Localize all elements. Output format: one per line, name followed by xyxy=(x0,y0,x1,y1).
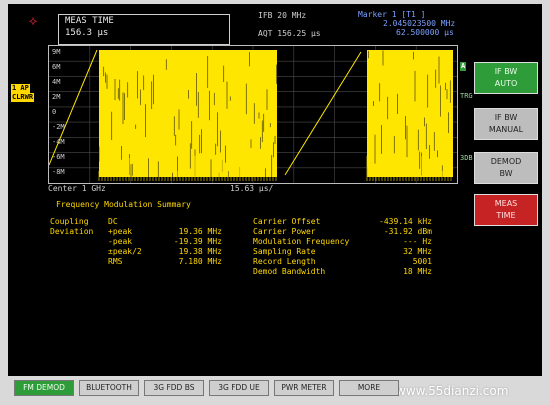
y-axis-label: -6M xyxy=(52,153,65,161)
summary-param-value: -31.92 dBm xyxy=(383,227,432,236)
trace-mode-1ap: 1 AP xyxy=(11,84,30,93)
deviation-value: -19.39 MHz xyxy=(173,237,222,246)
y-axis-label: 0 xyxy=(52,108,57,116)
summary-param-value: 5001 xyxy=(412,257,432,266)
coupling-label: Coupling xyxy=(50,217,89,226)
summary-param-value: -439.14 kHz xyxy=(379,217,432,226)
marker-title: Marker 1 [T1 ] xyxy=(358,10,426,19)
softkey-if-bw-manual[interactable]: IF BW MANUAL xyxy=(474,108,538,140)
deviation-value: 19.36 MHz xyxy=(178,227,222,236)
deviation-value: 19.38 MHz xyxy=(178,247,222,256)
trace-burst xyxy=(99,50,277,177)
summary-param-name: Carrier Offset xyxy=(253,217,321,226)
meas-time-box: MEAS TIME 156.3 µs xyxy=(58,14,230,45)
fkey-pwr-meter[interactable]: PWR METER xyxy=(274,380,334,396)
tag-3db: 3DB xyxy=(460,154,473,162)
y-axis-label: -4M xyxy=(52,138,65,146)
coupling-value: DC xyxy=(108,217,118,226)
deviation-label: Deviation xyxy=(50,227,94,236)
softkey-meas-time[interactable]: MEAS TIME xyxy=(474,194,538,226)
softkey-line2: BW xyxy=(499,169,513,178)
meas-time-title: MEAS TIME xyxy=(65,16,114,26)
softkey-demod-bw[interactable]: DEMOD BW xyxy=(474,152,538,184)
watermark: www.55dianzi.com xyxy=(396,384,509,398)
brand-logo-icon: ⟡ xyxy=(28,14,38,29)
y-axis-label: 4M xyxy=(52,78,61,86)
softkey-line1: DEMOD xyxy=(490,157,522,166)
summary-param-name: Modulation Frequency xyxy=(253,237,350,246)
summary-param-name: Carrier Power xyxy=(253,227,316,236)
summary-param-name: Record Length xyxy=(253,257,316,266)
y-axis-label: 9M xyxy=(52,48,61,56)
meas-time-value: 156.3 µs xyxy=(65,28,109,38)
summary-param-value: --- Hz xyxy=(403,237,432,246)
softkey-line2: TIME xyxy=(496,211,516,220)
trace-mode-clrwr: CLRWR xyxy=(11,93,35,102)
softkey-line1: IF BW xyxy=(494,67,518,76)
softkey-line2: MANUAL xyxy=(488,125,524,134)
deviation-name: ±peak/2 xyxy=(108,247,142,256)
softkey-line2: AUTO xyxy=(494,79,518,88)
aqt-label: AQT 156.25 µs xyxy=(258,29,321,38)
deviation-name: -peak xyxy=(108,237,133,246)
fkey-more[interactable]: MORE xyxy=(339,380,399,396)
center-frequency-label: Center 1 GHz xyxy=(48,184,106,193)
tag-a: A xyxy=(460,62,467,71)
y-axis-label: 6M xyxy=(52,63,61,71)
tag-trg: TRG xyxy=(460,92,473,100)
y-axis-label: -8M xyxy=(52,168,65,176)
fkey-bluetooth[interactable]: BLUETOOTH xyxy=(79,380,139,396)
deviation-value: 7.180 MHz xyxy=(178,257,222,266)
softkey-line1: IF BW xyxy=(494,113,518,122)
trace-plot xyxy=(48,45,458,184)
ifbw-label: IFB 20 MHz xyxy=(258,11,307,20)
deviation-name: +peak xyxy=(108,227,133,236)
y-axis-label: 2M xyxy=(52,93,61,101)
fkey-3g-fdd-ue[interactable]: 3G FDD UE xyxy=(209,380,269,396)
trace-svg xyxy=(48,46,457,183)
time-per-div-label: 15.63 µs/ xyxy=(230,184,274,193)
summary-param-value: 32 MHz xyxy=(403,247,432,256)
softkey-if-bw-auto[interactable]: IF BW AUTO xyxy=(474,62,538,94)
summary-title: Frequency Modulation Summary xyxy=(56,200,191,209)
summary-param-name: Demod Bandwidth xyxy=(253,267,326,276)
trace-ramp xyxy=(284,51,362,176)
analyzer-screen: ⟡ MEAS TIME 156.3 µs IFB 20 MHz AQT 156.… xyxy=(8,4,542,376)
trace-burst xyxy=(367,50,453,177)
marker-frequency: 2.045023500 MHz xyxy=(383,19,456,28)
deviation-name: RMS xyxy=(108,257,123,266)
fkey-fm-demod[interactable]: FM DEMOD xyxy=(14,380,74,396)
y-axis-label: -2M xyxy=(52,123,65,131)
summary-param-value: 18 MHz xyxy=(403,267,432,276)
softkey-line1: MEAS xyxy=(494,199,518,208)
marker-time: 62.500000 µs xyxy=(396,28,454,37)
fkey-3g-fdd-bs[interactable]: 3G FDD BS xyxy=(144,380,204,396)
summary-param-name: Sampling Rate xyxy=(253,247,316,256)
